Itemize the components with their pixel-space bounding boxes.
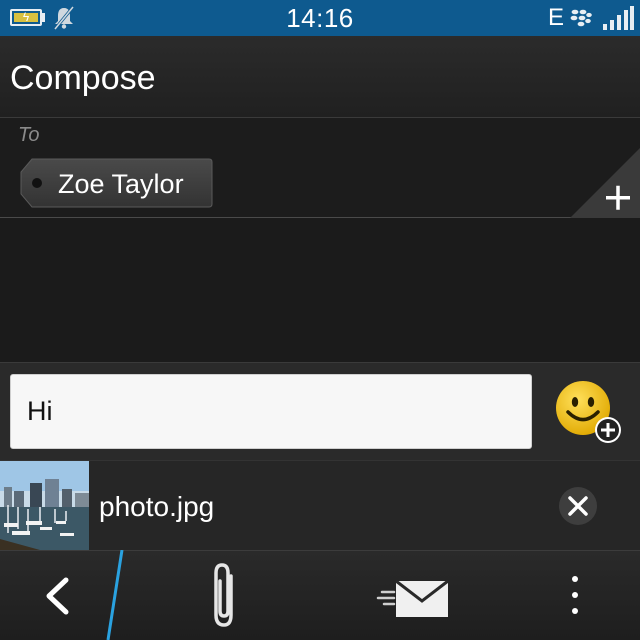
paperclip-icon[interactable] xyxy=(190,551,260,640)
back-divider xyxy=(106,550,124,640)
message-input[interactable] xyxy=(10,374,532,449)
attachment-thumbnail[interactable] xyxy=(0,461,89,550)
signal-strength-icon xyxy=(603,6,634,30)
network-type: E xyxy=(548,4,565,31)
attachment-row xyxy=(0,460,640,550)
page-title: Compose xyxy=(10,59,156,97)
status-time: 14:16 xyxy=(286,3,354,33)
attachment-file-name: photo.jpg xyxy=(99,491,215,522)
message-body-area xyxy=(0,218,640,362)
add-recipient-button[interactable] xyxy=(570,148,640,218)
to-label: To xyxy=(18,124,40,146)
send-icon[interactable] xyxy=(370,551,460,640)
smiley-add-icon[interactable] xyxy=(554,380,624,446)
close-icon[interactable] xyxy=(558,486,598,526)
overflow-menu-icon[interactable] xyxy=(555,551,595,640)
recipient-name: Zoe Taylor xyxy=(58,169,184,199)
back-icon[interactable] xyxy=(0,551,118,640)
blackberry-logo-icon xyxy=(570,9,592,27)
